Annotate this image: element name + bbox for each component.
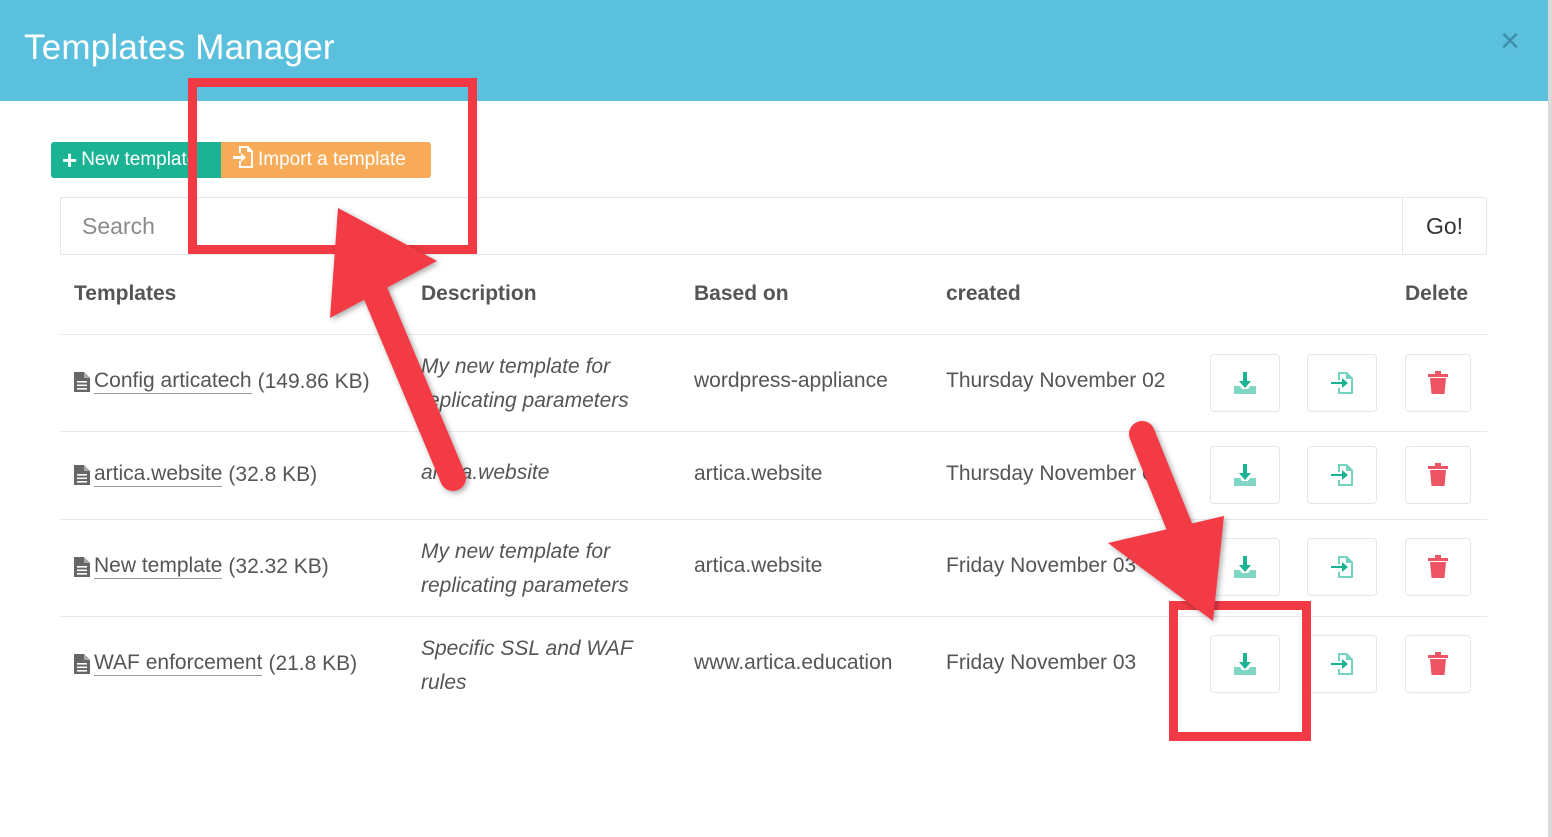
arrow-to-download [1108,421,1224,621]
arrow-to-import [330,208,466,491]
annotation-arrows [330,208,1224,621]
